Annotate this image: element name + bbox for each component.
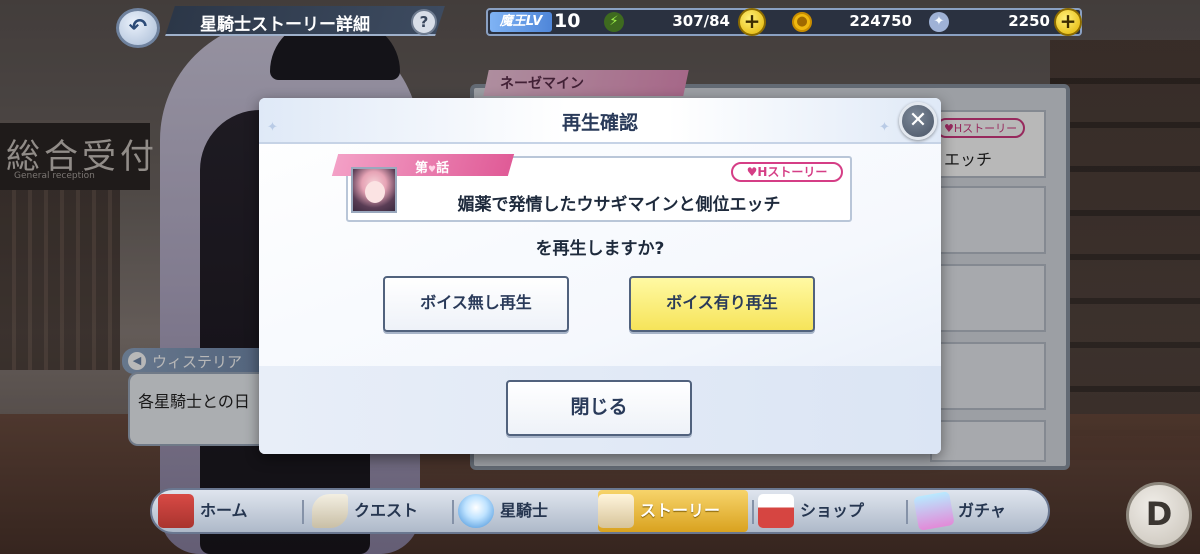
help-button[interactable]: ?: [411, 9, 437, 35]
coin-icon: ●: [792, 12, 812, 32]
dialog-title: 再生確認: [561, 112, 638, 134]
page-title: 星騎士ストーリー詳細: [200, 15, 370, 35]
shop-icon: [758, 494, 794, 528]
nav-story[interactable]: ストーリー: [598, 490, 748, 532]
coin-value: 224750: [849, 12, 912, 30]
close-button[interactable]: 閉じる: [506, 380, 692, 436]
nav-story-label: ストーリー: [640, 501, 721, 520]
episode-label-prefix: 第: [415, 161, 429, 176]
top-bar: ↶ 星騎士ストーリー詳細 ? 魔王LV 10 ⚡ 307/84 + ● 2247…: [0, 0, 1200, 48]
play-with-voice-button[interactable]: ボイス有り再生: [629, 276, 815, 332]
nav-shop[interactable]: ショップ: [758, 490, 898, 532]
quest-icon: [312, 494, 348, 528]
nav-home-label: ホーム: [200, 501, 248, 520]
nav-star-knight-label: 星騎士: [500, 501, 549, 520]
gacha-card-icon: [913, 491, 955, 531]
nav-divider: [302, 500, 304, 524]
close-icon[interactable]: ✕: [899, 102, 937, 140]
energy-value: 307/84: [672, 12, 730, 30]
nav-gacha[interactable]: ガチャ: [913, 490, 1046, 532]
add-gem-button[interactable]: +: [1054, 8, 1082, 36]
back-button[interactable]: ↶: [116, 8, 160, 48]
level-label: 魔王LV: [490, 12, 552, 32]
gem-value: 2250: [1008, 12, 1050, 30]
episode-label: 第♥話: [415, 157, 449, 176]
gem-icon: ✦: [929, 12, 949, 32]
character-thumbnail: [351, 167, 397, 213]
playback-confirm-dialog: ✦ ✦ ✦ 再生確認 ✕ 第♥話 ♥Hストーリー 媚薬で発情したウサギマインと側…: [259, 98, 941, 454]
thumbnail-face: [365, 181, 385, 203]
level-value: 10: [554, 10, 581, 32]
heart-icon: ♥: [428, 165, 437, 175]
home-icon: [158, 494, 194, 528]
story-title: 媚薬で発情したウサギマインと側位エッチ: [457, 195, 781, 215]
d-menu-button[interactable]: D: [1126, 482, 1192, 548]
nav-quest-label: クエスト: [354, 501, 419, 520]
energy-icon: ⚡: [604, 12, 624, 32]
nav-shop-label: ショップ: [800, 501, 865, 520]
nav-quest[interactable]: クエスト: [312, 490, 452, 532]
nav-divider: [752, 500, 754, 524]
play-without-voice-button[interactable]: ボイス無し再生: [383, 276, 569, 332]
add-energy-button[interactable]: +: [738, 8, 766, 36]
h-story-badge: ♥Hストーリー: [731, 162, 843, 182]
nav-divider: [452, 500, 454, 524]
book-icon: [598, 494, 634, 528]
nav-divider: [906, 500, 908, 524]
playback-question: を再生しますか?: [535, 239, 665, 259]
star-knight-icon: [458, 494, 494, 528]
nav-gacha-label: ガチャ: [958, 501, 1006, 520]
episode-label-suffix: 話: [436, 161, 450, 176]
nav-star-knight[interactable]: 星騎士: [458, 490, 598, 532]
nav-home[interactable]: ホーム: [158, 490, 298, 532]
